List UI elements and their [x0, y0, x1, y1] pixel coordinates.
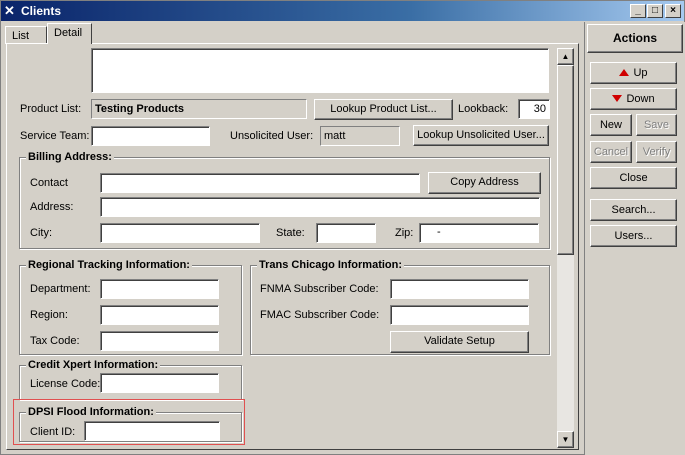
- department-label: Department:: [30, 283, 91, 295]
- users-label: Users...: [614, 230, 653, 242]
- down-button[interactable]: Down: [590, 88, 677, 110]
- lookup-unsolicited-user-button[interactable]: Lookup Unsolicited User...: [413, 125, 549, 146]
- tab-detail[interactable]: Detail: [47, 23, 92, 44]
- lookup-product-list-button[interactable]: Lookup Product List...: [314, 99, 453, 120]
- address-input[interactable]: [100, 197, 540, 217]
- arrow-up-icon: [619, 68, 630, 76]
- product-list-label: Product List:: [20, 103, 82, 115]
- tax-code-input[interactable]: [100, 331, 219, 351]
- new-button[interactable]: New: [590, 114, 632, 136]
- minimize-button[interactable]: _: [630, 4, 646, 18]
- city-input[interactable]: [100, 223, 260, 243]
- maximize-button[interactable]: □: [647, 4, 663, 18]
- license-code-label: License Code:: [30, 378, 101, 390]
- unsolicited-user-field: matt: [320, 126, 400, 146]
- down-label: Down: [626, 93, 655, 105]
- dpsi-highlight-box: [13, 399, 245, 445]
- unsolicited-user-label: Unsolicited User:: [230, 130, 314, 142]
- tax-code-label: Tax Code:: [30, 335, 80, 347]
- lookback-input[interactable]: 30: [518, 99, 550, 119]
- clients-window: ✕ Clients _ □ × List Detail Product List…: [0, 0, 685, 455]
- close-button[interactable]: Close: [590, 167, 677, 189]
- zip-label: Zip:: [395, 227, 414, 239]
- state-input[interactable]: [316, 223, 376, 243]
- cancel-button[interactable]: Cancel: [590, 141, 632, 163]
- copy-address-button[interactable]: Copy Address: [428, 172, 541, 194]
- detail-panel: Product List: Testing Products Lookup Pr…: [6, 43, 579, 450]
- lookback-value: 30: [533, 103, 546, 115]
- scroll-thumb[interactable]: [557, 65, 574, 255]
- vertical-scrollbar[interactable]: ▲ ▼: [557, 48, 574, 448]
- search-label: Search...: [611, 204, 656, 216]
- contact-label: Contact: [30, 177, 68, 189]
- product-list-field: Testing Products: [91, 99, 307, 119]
- state-label: State:: [276, 227, 305, 239]
- up-button[interactable]: Up: [590, 62, 677, 84]
- actions-panel: Actions Up Down New Save Cancel Verify C…: [584, 22, 685, 455]
- scroll-up-button[interactable]: ▲: [557, 48, 574, 65]
- new-label: New: [599, 119, 622, 131]
- cancel-label: Cancel: [593, 146, 629, 158]
- actions-header: Actions: [587, 24, 683, 53]
- fnma-input[interactable]: [390, 279, 529, 299]
- region-label: Region:: [30, 309, 68, 321]
- city-label: City:: [30, 227, 52, 239]
- service-team-input[interactable]: [91, 126, 210, 146]
- verify-button[interactable]: Verify: [636, 141, 677, 163]
- billing-address-title: Billing Address:: [26, 151, 114, 163]
- regional-tracking-title: Regional Tracking Information:: [26, 259, 192, 271]
- license-code-input[interactable]: [100, 373, 219, 393]
- close-window-button[interactable]: ×: [665, 4, 681, 18]
- department-input[interactable]: [100, 279, 219, 299]
- notes-textarea[interactable]: [91, 48, 549, 93]
- fmac-label: FMAC Subscriber Code:: [260, 309, 380, 321]
- product-list-value: Testing Products: [95, 103, 185, 115]
- region-input[interactable]: [100, 305, 219, 325]
- unsolicited-user-value: matt: [324, 130, 346, 142]
- save-label: Save: [643, 119, 670, 131]
- users-button[interactable]: Users...: [590, 225, 677, 247]
- fnma-label: FNMA Subscriber Code:: [260, 283, 379, 295]
- lookback-label: Lookback:: [458, 103, 509, 115]
- window-title: Clients: [21, 4, 62, 18]
- up-label: Up: [633, 67, 648, 79]
- fmac-input[interactable]: [390, 305, 529, 325]
- service-team-label: Service Team:: [20, 130, 90, 142]
- scroll-down-button[interactable]: ▼: [557, 431, 574, 448]
- app-icon: ✕: [4, 3, 15, 18]
- search-button[interactable]: Search...: [590, 199, 677, 221]
- zip-input[interactable]: -: [419, 223, 539, 243]
- title-bar[interactable]: ✕ Clients _ □ ×: [1, 1, 684, 21]
- address-label: Address:: [30, 201, 74, 213]
- trans-chicago-title: Trans Chicago Information:: [257, 259, 405, 271]
- save-button[interactable]: Save: [636, 114, 677, 136]
- contact-input[interactable]: [100, 173, 420, 193]
- verify-label: Verify: [642, 146, 671, 158]
- close-label: Close: [619, 172, 648, 184]
- tab-list[interactable]: List: [5, 26, 47, 44]
- validate-setup-button[interactable]: Validate Setup: [390, 331, 529, 353]
- arrow-down-icon: [612, 94, 623, 102]
- zip-value: -: [437, 226, 441, 238]
- credit-xpert-title: Credit Xpert Information:: [26, 359, 161, 371]
